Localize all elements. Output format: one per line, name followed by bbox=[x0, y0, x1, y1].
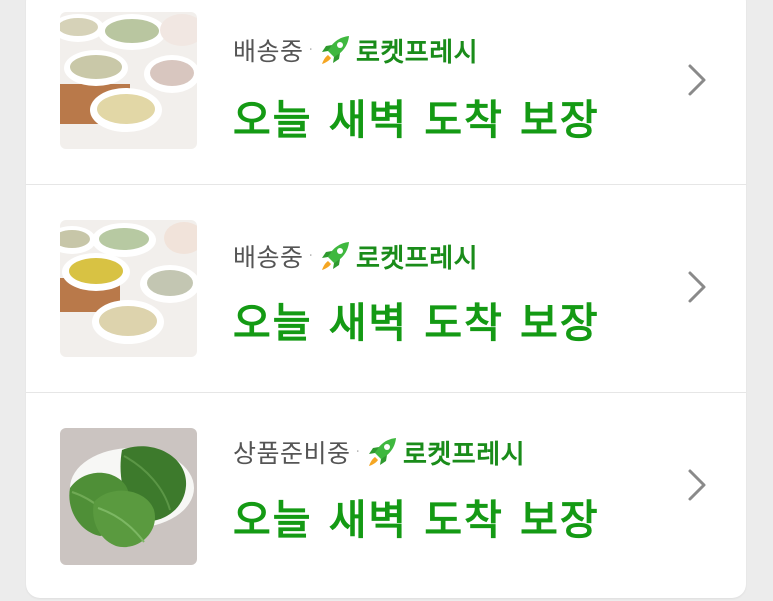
separator-dot: · bbox=[308, 42, 313, 58]
order-item[interactable]: 배송중 · 로켓프레시 오늘 새벽 도착 보장 bbox=[26, 0, 746, 196]
product-thumbnail bbox=[60, 12, 197, 149]
grain-bowls-image bbox=[60, 12, 197, 149]
delivery-status: 상품준비중 bbox=[233, 439, 351, 468]
chevron-right-icon[interactable] bbox=[684, 62, 710, 98]
chevron-right-icon[interactable] bbox=[684, 467, 710, 503]
separator-dot: · bbox=[308, 248, 313, 264]
status-row: 배송중 · 로켓프레시 bbox=[233, 30, 478, 70]
rocket-fresh-badge: 로켓프레시 bbox=[355, 37, 479, 68]
separator-dot: · bbox=[355, 444, 360, 460]
rocket-icon bbox=[368, 438, 396, 466]
delivery-guarantee-text: 오늘 새벽 도착 보장 bbox=[233, 299, 600, 347]
delivery-status: 배송중 bbox=[233, 243, 304, 272]
rocket-fresh-badge: 로켓프레시 bbox=[402, 439, 526, 470]
product-thumbnail bbox=[60, 220, 197, 357]
perilla-leaves-image bbox=[60, 428, 197, 565]
order-list-card: 배송중 · 로켓프레시 오늘 새벽 도착 보장 배송중 · 로켓프레시 오늘 새… bbox=[26, 0, 746, 598]
delivery-status: 배송중 bbox=[233, 37, 304, 66]
status-row: 배송중 · 로켓프레시 bbox=[233, 236, 478, 276]
order-item[interactable]: 배송중 · 로켓프레시 오늘 새벽 도착 보장 bbox=[26, 185, 746, 393]
delivery-guarantee-text: 오늘 새벽 도착 보장 bbox=[233, 96, 600, 144]
grain-bowls-image bbox=[60, 220, 197, 357]
delivery-guarantee-text: 오늘 새벽 도착 보장 bbox=[233, 496, 600, 544]
order-item[interactable]: 상품준비중 · 로켓프레시 오늘 새벽 도착 보장 bbox=[26, 393, 746, 601]
rocket-fresh-badge: 로켓프레시 bbox=[355, 243, 479, 274]
chevron-right-icon[interactable] bbox=[684, 269, 710, 305]
status-row: 상품준비중 · 로켓프레시 bbox=[233, 432, 525, 472]
rocket-icon bbox=[321, 36, 349, 64]
product-thumbnail bbox=[60, 428, 197, 565]
rocket-icon bbox=[321, 242, 349, 270]
